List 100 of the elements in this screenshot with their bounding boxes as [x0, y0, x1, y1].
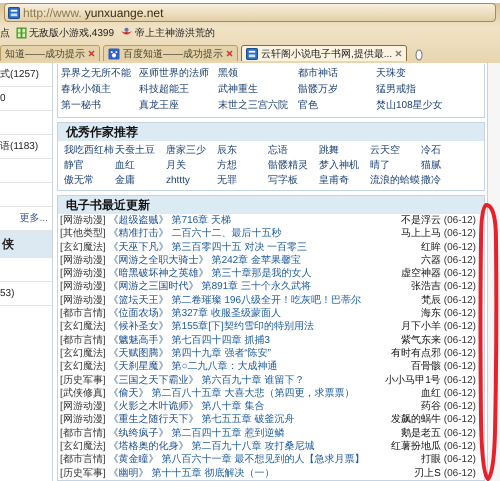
author-link[interactable]: 骷髅精灵	[268, 158, 319, 173]
chapter-link[interactable]: 第三百零四十五 对决 一百零三	[172, 240, 308, 254]
book-link[interactable]: 武神重生	[218, 82, 298, 98]
book-link[interactable]: 都市神话	[298, 66, 376, 82]
category-link[interactable]: [网游动漫]	[60, 413, 106, 427]
author-link[interactable]: 静官	[64, 158, 115, 173]
book-link[interactable]: 《篮坛天王》	[108, 294, 169, 308]
author-link[interactable]: 晴了	[370, 158, 421, 173]
bookmark-link[interactable]: 帝上主神游洪荒的	[120, 26, 216, 40]
more-link[interactable]: 更多...	[20, 213, 48, 224]
close-icon[interactable]	[88, 50, 95, 57]
chapter-link[interactable]: 二百六十二、最后十五秒	[172, 227, 282, 241]
browser-tab[interactable]: 知道——成功提示	[0, 45, 100, 61]
book-link[interactable]: 春秋小领主	[61, 82, 139, 98]
book-link[interactable]: 巫师世界的法师	[139, 66, 218, 82]
chapter-link[interactable]: 第二百四十五章 惹到逆鳞	[172, 426, 284, 440]
chapter-link[interactable]: 第二百八十五章 大喜大悲（第四更，求票票）	[152, 386, 354, 400]
chapter-link[interactable]: 第十十五章 彻底解决（一）	[152, 466, 274, 480]
book-link[interactable]: 第一秘书	[61, 98, 139, 114]
category-link[interactable]: [都市言情]	[60, 334, 106, 347]
chapter-link[interactable]: 第891章 三十个永久武将	[202, 280, 312, 294]
category-link[interactable]: [其他类型]	[60, 227, 106, 241]
chapter-link[interactable]: 第155章[下]契约雪印的特别用法	[172, 320, 314, 334]
author-link[interactable]: 血红	[115, 158, 166, 173]
browser-tab[interactable]: 百度知道——成功提示	[103, 45, 238, 61]
book-link[interactable]: 《天刹星魔》	[108, 360, 169, 374]
book-link[interactable]: 《魑魅高手》	[108, 334, 169, 347]
category-link[interactable]: [玄幻魔法]	[60, 360, 106, 374]
author-link[interactable]: 忘语	[268, 143, 319, 158]
book-link[interactable]: 《幽明》	[108, 466, 149, 480]
author-link[interactable]: 我吃西红柿	[64, 143, 115, 158]
book-link[interactable]: 《重生之随行天下》	[108, 413, 199, 427]
book-link[interactable]: 《暗黑破坏神之英雄》	[108, 267, 209, 280]
author-link[interactable]: 云天空	[370, 143, 421, 158]
chapter-link[interactable]: 第四十九章 强者“陈安”	[172, 346, 272, 360]
book-link[interactable]: 《精准打击》	[108, 227, 169, 241]
category-link[interactable]: [网游动漫]	[60, 254, 106, 268]
chapter-link[interactable]: 第七五五章 破釜沉舟	[202, 413, 294, 427]
book-link[interactable]: 真龙王座	[139, 98, 218, 114]
category-link[interactable]: [玄幻魔法]	[60, 320, 106, 334]
category-link[interactable]: [玄幻魔法]	[60, 440, 106, 454]
book-link[interactable]: 《黄金瞳》	[108, 453, 159, 467]
close-icon[interactable]	[395, 50, 402, 57]
new-tab-icon[interactable]	[414, 48, 424, 61]
book-link[interactable]: 猛男戒指	[376, 82, 484, 98]
category-count[interactable]: 53)	[0, 288, 14, 299]
chapter-link[interactable]: 第716章 天梯	[172, 214, 232, 228]
chapter-link[interactable]: 第327章 收服圣级蒙面人	[172, 307, 282, 320]
book-link[interactable]: 末世之三宫六院	[218, 98, 298, 114]
chapter-link[interactable]: 第242章 金苹果馨宝	[212, 254, 302, 268]
chapter-link[interactable]: 第○二九八章：大成神通	[172, 360, 278, 374]
author-link[interactable]: 天蚕土豆	[115, 143, 166, 158]
book-link[interactable]: 科技超能王	[139, 82, 218, 98]
author-link[interactable]: 傲无常	[64, 173, 115, 188]
category-link[interactable]: [网游动漫]	[60, 214, 106, 228]
category-count[interactable]: 语(1183)	[0, 141, 38, 152]
category-link[interactable]: [网游动漫]	[60, 294, 106, 308]
book-link[interactable]: 官色	[298, 98, 376, 114]
chapter-link[interactable]: 第六百九十章 谁留下？	[202, 374, 304, 387]
book-link[interactable]: 《火影之木叶诡师》	[108, 400, 199, 414]
category-link[interactable]: [历史军事]	[60, 374, 106, 387]
author-link[interactable]: 月关	[166, 158, 217, 173]
book-link[interactable]: 异界之无所不能	[61, 66, 139, 82]
author-link[interactable]: 方想	[217, 158, 268, 173]
book-link[interactable]: 《天巫下凡》	[108, 240, 169, 254]
book-link[interactable]: 《位面农场》	[108, 307, 169, 320]
author-link[interactable]: 金庸	[115, 173, 166, 188]
address-bar[interactable]: http://www. yunxuange.net	[4, 3, 496, 22]
author-link[interactable]: 辰东	[217, 143, 268, 158]
author-link[interactable]: 猫腻	[421, 158, 472, 173]
close-icon[interactable]	[226, 50, 233, 57]
book-link[interactable]: 《偷天》	[108, 386, 149, 400]
book-link[interactable]: 《塔格奥的化身》	[108, 440, 189, 454]
author-link[interactable]: 无罪	[217, 173, 268, 188]
chapter-link[interactable]: 第三十章那是我的女人	[212, 267, 312, 280]
author-link[interactable]: 流浪的蛤蟆	[370, 173, 421, 188]
chapter-link[interactable]: 第八十章 集合	[202, 400, 264, 414]
category-link[interactable]: [网游动漫]	[60, 280, 106, 294]
category-link[interactable]: [都市言情]	[60, 453, 106, 467]
category-count[interactable]: 式(1257)	[0, 69, 39, 80]
bookmark-link[interactable]: 无敌版小游戏,4399	[16, 26, 114, 40]
author-link[interactable]: 跳舞	[319, 143, 370, 158]
author-link[interactable]: 撒冷	[421, 173, 472, 188]
author-link[interactable]: 冷石	[421, 143, 472, 158]
book-link[interactable]: 《超级盗贼》	[108, 214, 169, 228]
book-link[interactable]: 黑领	[218, 66, 298, 82]
browser-tab[interactable]: 云轩阁小说电子书网,提供最...	[241, 45, 408, 61]
book-link[interactable]: 《三国之天下霸业》	[108, 374, 199, 387]
chapter-link[interactable]: 第二卷璀璨 196八级全开！吃灰吧！巴蒂尔	[172, 294, 362, 308]
author-link[interactable]: 梦入神机	[319, 158, 370, 173]
category-link[interactable]: [网游动漫]	[60, 267, 106, 280]
category-link[interactable]: [玄幻魔法]	[60, 346, 106, 360]
category-link[interactable]: [玄幻魔法]	[60, 240, 106, 254]
book-link[interactable]: 《网游之三国时代》	[108, 280, 199, 294]
book-link[interactable]: 焚山108星少女	[376, 98, 484, 114]
category-link[interactable]: [都市言情]	[60, 307, 106, 320]
chapter-link[interactable]: 第二百九十八章 攻打桑尼城	[192, 440, 314, 454]
bookmark-link[interactable]: 点	[0, 26, 10, 40]
category-link[interactable]: [网游动漫]	[60, 400, 106, 414]
author-link[interactable]: 唐家三少	[166, 143, 217, 158]
